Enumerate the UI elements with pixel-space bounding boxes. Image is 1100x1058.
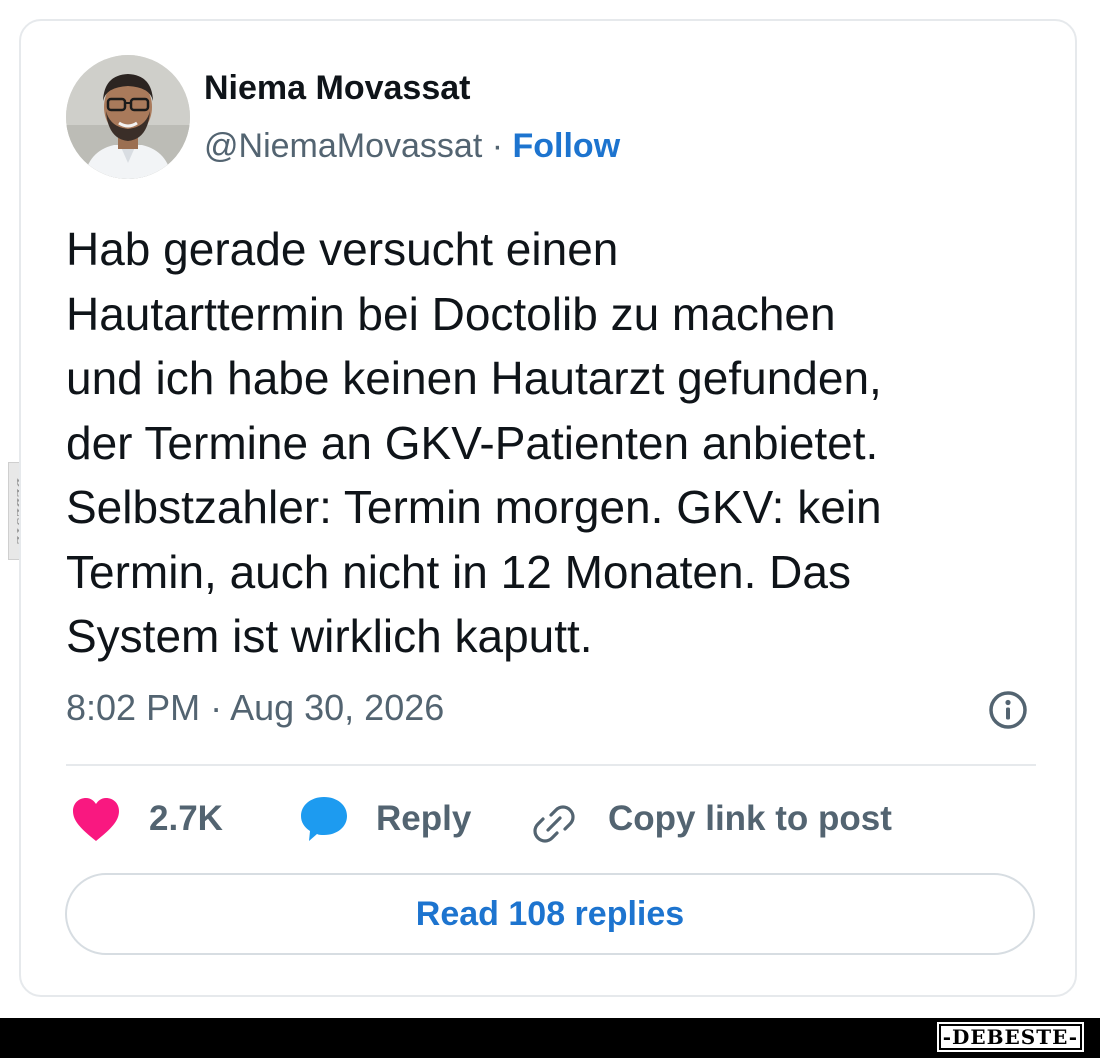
author-name[interactable]: Niema Movassat xyxy=(204,69,470,108)
heart-icon[interactable] xyxy=(71,797,121,848)
handle-separator: · xyxy=(491,127,504,165)
brand-logo: -DEBESTE- xyxy=(936,1022,1084,1052)
speech-bubble-icon[interactable] xyxy=(299,795,349,848)
tweet-timestamp[interactable]: 8:02 PM · Aug 30, 2026 xyxy=(66,687,444,729)
tweet-text-line: Hautarttermin bei Doctolib zu machen xyxy=(66,287,836,340)
tweet-text-line: System ist wirklich kaputt. xyxy=(66,610,593,662)
action-bar: 2.7K Reply Copy link to post xyxy=(21,791,1075,851)
avatar-photo xyxy=(66,55,190,179)
read-replies-button[interactable]: Read 108 replies xyxy=(65,873,1035,955)
tweet-text: Hab gerade versucht einen Hautarttermin … xyxy=(66,217,1046,669)
tweet-text-line: der Termine an GKV-Patienten anbietet. xyxy=(66,416,879,469)
info-icon[interactable] xyxy=(987,689,1029,731)
bottom-bar: -DEBESTE- xyxy=(0,1018,1100,1058)
tweet-text-line: Termin, auch nicht in 12 Monaten. Das xyxy=(66,545,851,598)
author-handle-row: @NiemaMovassat · Follow xyxy=(204,127,620,166)
tweet-card: Niema Movassat @NiemaMovassat · Follow H… xyxy=(19,19,1077,997)
author-handle[interactable]: @NiemaMovassat xyxy=(204,127,482,165)
follow-button[interactable]: Follow xyxy=(513,127,621,165)
reply-button[interactable]: Reply xyxy=(376,799,471,839)
link-icon[interactable] xyxy=(531,801,577,852)
tweet-text-line: Hab gerade versucht einen xyxy=(66,223,619,275)
like-count[interactable]: 2.7K xyxy=(149,799,223,839)
copy-link-button[interactable]: Copy link to post xyxy=(608,799,892,839)
tweet-text-line: und ich habe keinen Hautarzt gefunden, xyxy=(66,352,882,404)
divider xyxy=(66,764,1036,766)
tweet-text-line: Selbstzahler: Termin morgen. GKV: kein xyxy=(66,481,882,533)
avatar[interactable] xyxy=(66,55,190,179)
